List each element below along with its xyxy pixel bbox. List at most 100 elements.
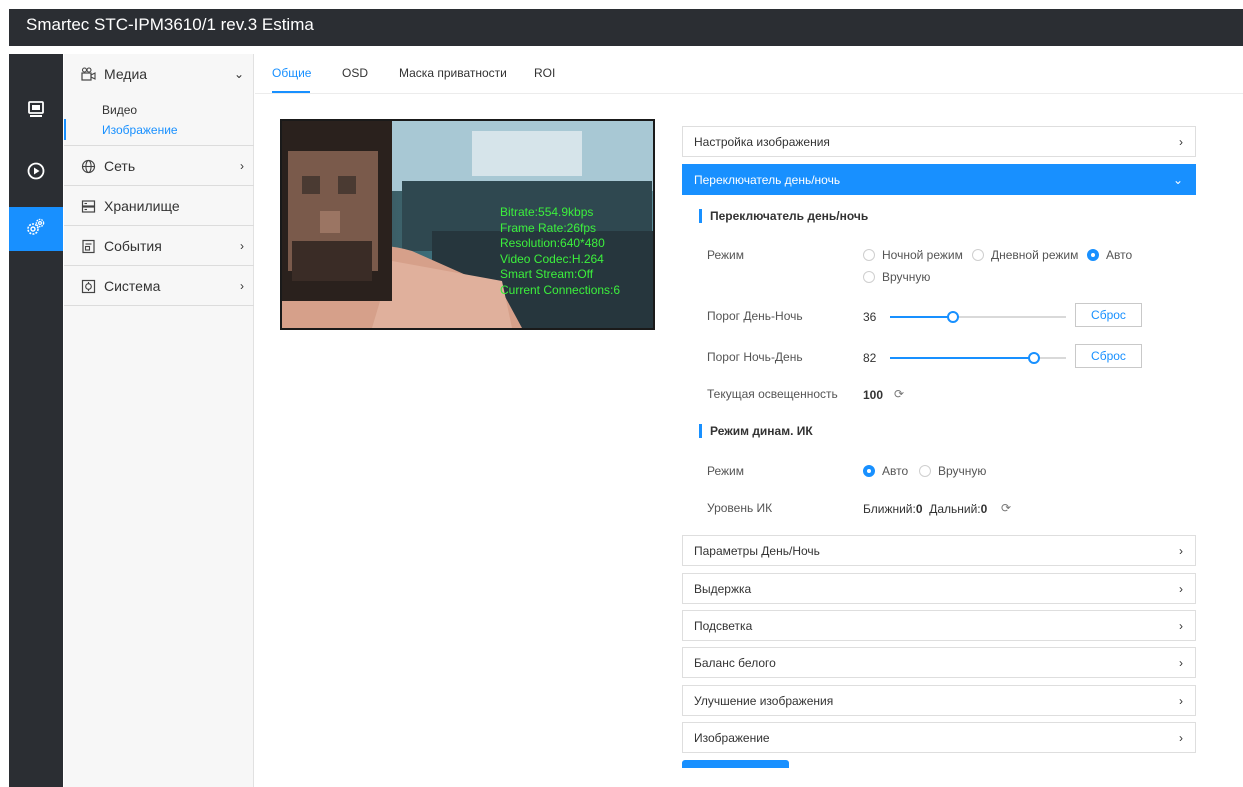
radio-label: Авто xyxy=(1106,248,1133,262)
accordion-image[interactable]: Изображение › xyxy=(682,722,1196,753)
daynight-threshold-value: 36 xyxy=(863,310,877,324)
ir-near-label: Ближний: xyxy=(863,502,916,516)
storage-icon xyxy=(80,198,96,214)
osd-line: Video Codec:H.264 xyxy=(500,251,604,266)
chevron-right-icon: › xyxy=(1179,656,1183,670)
radio-dot xyxy=(863,249,875,261)
osd-line: Frame Rate:26fps xyxy=(500,220,597,235)
nightday-threshold-value: 82 xyxy=(863,351,877,365)
settings-button[interactable] xyxy=(9,207,63,251)
live-view-button[interactable] xyxy=(9,89,63,133)
slider-handle[interactable] xyxy=(1028,352,1040,364)
radio-label: Дневной режим xyxy=(991,248,1079,262)
radio-label: Ночной режим xyxy=(882,248,963,262)
radio-day-mode[interactable]: Дневной режим xyxy=(972,248,1078,262)
app-title: Smartec STC-IPM3610/1 rev.3 Estima xyxy=(26,15,314,34)
chevron-right-icon: › xyxy=(1179,582,1183,596)
sidebar-group-system: Система › xyxy=(64,266,254,306)
osd-line: Current Connections:6 xyxy=(500,282,621,297)
active-tab-underline xyxy=(272,91,310,93)
sidebar-group-events: События › xyxy=(64,226,254,266)
slider-handle[interactable] xyxy=(947,311,959,323)
refresh-icon[interactable]: ⟳ xyxy=(1001,501,1011,515)
chevron-right-icon: › xyxy=(1179,135,1183,149)
radio-ir-auto[interactable]: Авто xyxy=(863,464,908,478)
radio-night-mode[interactable]: Ночной режим xyxy=(863,248,963,262)
accordion-exposure[interactable]: Выдержка › xyxy=(682,573,1196,604)
video-preview[interactable]: Bitrate:554.9kbps Frame Rate:26fps Resol… xyxy=(280,119,655,330)
system-icon xyxy=(80,278,96,294)
radio-dot-selected xyxy=(1087,249,1099,261)
radio-ir-manual[interactable]: Вручную xyxy=(919,464,986,478)
accordion-title: Изображение xyxy=(694,730,770,745)
osd-line: Resolution:640*480 xyxy=(500,236,605,250)
ir-level-readout: Ближний:0 Дальний:0 xyxy=(863,502,987,516)
icon-rail xyxy=(9,54,63,787)
refresh-icon[interactable]: ⟳ xyxy=(894,387,904,401)
top-bar: Smartec STC-IPM3610/1 rev.3 Estima xyxy=(9,9,1243,46)
live-view-icon xyxy=(27,100,45,123)
tab-privacy-mask[interactable]: Маска приватности xyxy=(399,66,507,80)
accordion-image-enhancement[interactable]: Улучшение изображения › xyxy=(682,685,1196,716)
illuminance-value: 100 xyxy=(863,388,884,402)
chevron-right-icon: › xyxy=(1179,731,1183,745)
tab-bar: Общие OSD Маска приватности ROI xyxy=(255,54,1243,94)
playback-icon xyxy=(27,162,45,185)
sidebar-item-system[interactable]: Система › xyxy=(80,266,246,306)
accordion-title: Подсветка xyxy=(694,618,753,633)
playback-button[interactable] xyxy=(9,151,63,195)
accordion-title: Баланс белого xyxy=(694,655,776,670)
osd-overlay: Bitrate:554.9kbps Frame Rate:26fps Resol… xyxy=(500,205,620,298)
chevron-right-icon: › xyxy=(1179,694,1183,708)
accordion-title: Улучшение изображения xyxy=(694,693,834,708)
osd-line: Bitrate:554.9kbps xyxy=(500,205,594,219)
slider-fill xyxy=(890,316,953,318)
radio-manual-mode[interactable]: Вручную xyxy=(863,270,930,284)
radio-label: Авто xyxy=(882,464,909,478)
sidebar-group-media: Медиа ⌄ Видео Изображение xyxy=(64,54,254,146)
sidebar-group-network: Сеть › xyxy=(64,146,254,186)
tab-roi[interactable]: ROI xyxy=(534,66,555,80)
radio-auto-mode[interactable]: Авто xyxy=(1087,248,1132,262)
sidebar-item-storage[interactable]: Хранилище xyxy=(80,186,246,226)
sidebar-item-media[interactable]: Медиа ⌄ xyxy=(80,54,246,94)
sidebar-group-storage: Хранилище xyxy=(64,186,254,226)
sidebar-item-label: Хранилище xyxy=(104,198,180,214)
reset-nightday-button[interactable]: Сброс xyxy=(1075,344,1142,368)
radio-dot xyxy=(919,465,931,477)
tab-osd[interactable]: OSD xyxy=(342,66,368,80)
accordion-daynight-switch[interactable]: Переключатель день/ночь ⌄ xyxy=(682,164,1196,195)
sidebar-item-network[interactable]: Сеть › xyxy=(80,146,246,186)
sidebar-item-label: Система xyxy=(104,278,161,294)
accordion-title: Параметры День/Ночь xyxy=(694,543,820,558)
accordion-white-balance[interactable]: Баланс белого › xyxy=(682,647,1196,678)
sidebar-item-events[interactable]: События › xyxy=(80,226,246,266)
events-icon xyxy=(80,238,96,254)
ir-far-value: 0 xyxy=(980,502,988,516)
sidebar-subitem-image[interactable]: Изображение xyxy=(102,123,178,137)
section-title-daynight: Переключатель день/ночь xyxy=(699,209,868,223)
chevron-right-icon: › xyxy=(1179,544,1183,558)
accordion-title: Настройка изображения xyxy=(694,134,830,149)
accordion-image-settings[interactable]: Настройка изображения › xyxy=(682,126,1196,157)
osd-line: Smart Stream:Off xyxy=(500,267,594,281)
tab-general[interactable]: Общие xyxy=(272,66,311,80)
radio-dot-selected xyxy=(863,465,875,477)
radio-dot xyxy=(863,271,875,283)
sidebar-subitem-video[interactable]: Видео xyxy=(102,103,137,117)
accordion-backlight[interactable]: Подсветка › xyxy=(682,610,1196,641)
radio-label: Вручную xyxy=(938,464,987,478)
globe-icon xyxy=(80,158,96,174)
accordion-daynight-params[interactable]: Параметры День/Ночь › xyxy=(682,535,1196,566)
mode-label: Режим xyxy=(707,248,744,262)
illuminance-label: Текущая освещенность xyxy=(707,387,838,401)
chevron-down-icon: ⌄ xyxy=(233,67,244,81)
section-title-ir: Режим динам. ИК xyxy=(699,424,813,438)
ir-mode-label: Режим xyxy=(707,464,744,478)
nightday-threshold-slider[interactable] xyxy=(890,352,1066,364)
sidebar-item-label: События xyxy=(104,238,162,254)
save-button[interactable] xyxy=(682,760,789,768)
sidebar: Медиа ⌄ Видео Изображение Сеть › Хранили… xyxy=(64,54,254,787)
daynight-threshold-slider[interactable] xyxy=(890,311,1066,323)
reset-daynight-button[interactable]: Сброс xyxy=(1075,303,1142,327)
